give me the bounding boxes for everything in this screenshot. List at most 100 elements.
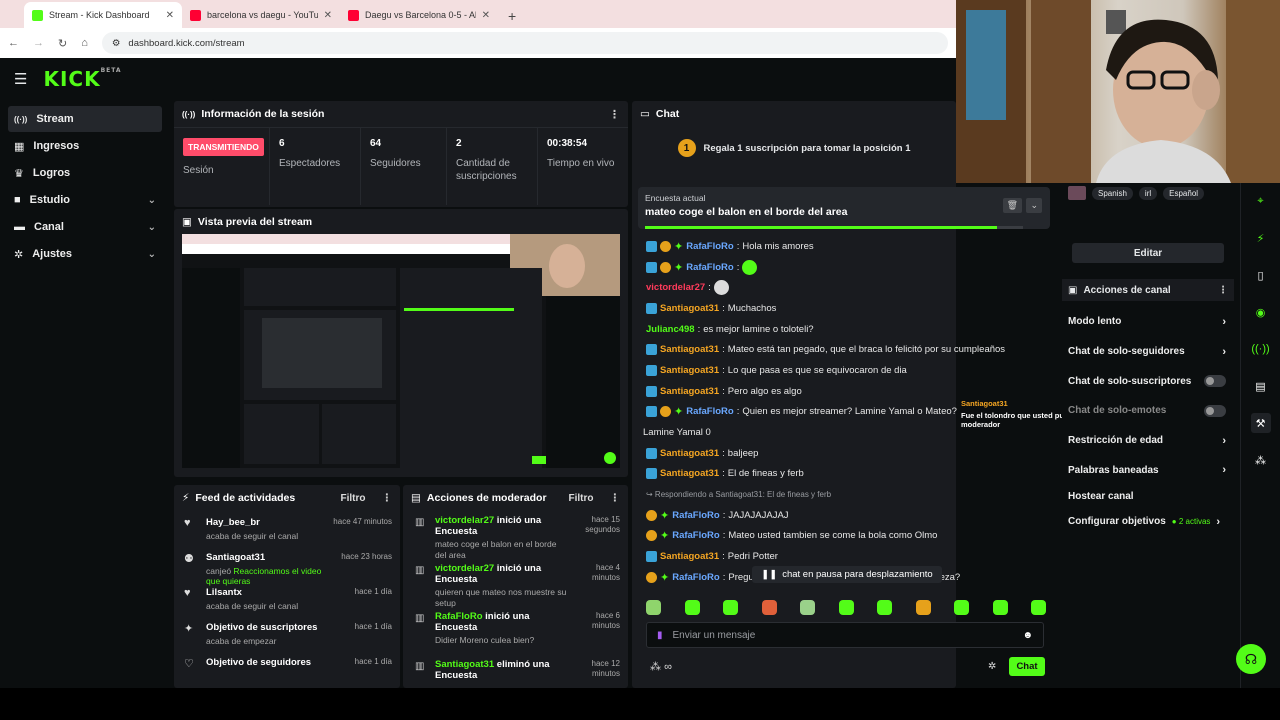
mic-icon[interactable]: ▮ <box>657 630 663 641</box>
mod-user[interactable]: victordelar27 <box>435 515 494 526</box>
chat-reply-context[interactable]: ↪ Respondiendo a Santiagoat31: El de fin… <box>634 484 1054 505</box>
sidebar-item-estudio[interactable]: ■ Estudio ⌄ <box>8 187 162 213</box>
close-icon[interactable]: ✕ <box>482 10 490 21</box>
close-icon[interactable]: ✕ <box>166 10 174 21</box>
chat-message[interactable]: Santiagoat31: baljeep <box>634 443 1054 464</box>
emote-quick-icon[interactable] <box>838 600 854 615</box>
kebab-menu-icon[interactable]: ⋮ <box>610 492 621 504</box>
chat-input-field[interactable]: ▮ Enviar un mensaje ☻ <box>646 622 1044 648</box>
action-slow-mode[interactable]: Modo lento › <box>1062 307 1234 337</box>
chat-message[interactable]: victordelar27: <box>634 277 1054 298</box>
emote-quick-icon[interactable] <box>761 600 777 615</box>
help-headset-button[interactable]: ☊ <box>1236 644 1266 674</box>
action-configure-goals[interactable]: Configurar objetivos ● 2 activas › <box>1062 507 1234 537</box>
emote-quick-icon[interactable] <box>684 600 700 615</box>
chat-emote-icon[interactable] <box>742 259 758 275</box>
emoji-icon[interactable]: ☻ <box>1022 630 1033 641</box>
activity-user[interactable]: Lilsantx <box>206 587 345 598</box>
filter-button[interactable]: Filtro <box>341 493 366 504</box>
lightning-icon[interactable]: ⚡ <box>1251 228 1271 248</box>
chat-message[interactable]: Santiagoat31: Muchachos <box>634 298 1054 319</box>
chat-username[interactable]: RafaFloRo <box>686 262 734 273</box>
chat-message[interactable]: Santiagoat31: Lo que pasa es que se equiv… <box>634 360 1054 381</box>
chat-message[interactable]: Santiagoat31:Mateo e <box>634 588 1054 590</box>
browser-tab-youtube-2[interactable]: Daegu vs Barcelona 0-5 - All G ✕ <box>340 2 498 28</box>
sidebar-item-logros[interactable]: ♛ Logros <box>8 160 162 186</box>
emote-quick-icon[interactable] <box>992 600 1008 615</box>
gift-sub-banner[interactable]: 1 Regala 1 suscripción para tomar la pos… <box>632 127 956 169</box>
chat-username[interactable]: Santiagoat31 <box>660 551 719 562</box>
chat-bubble-icon[interactable]: ◉ <box>1251 302 1271 322</box>
chat-username[interactable]: Santiagoat31 <box>660 386 719 397</box>
chat-username[interactable]: Santiagoat31 <box>660 468 719 479</box>
browser-tab-youtube-1[interactable]: barcelona vs daegu - YouTube ✕ <box>182 2 340 28</box>
filter-button[interactable]: Filtro <box>569 493 594 504</box>
reload-icon[interactable]: ↻ <box>58 37 67 50</box>
chat-username[interactable]: Santiagoat31 <box>660 303 719 314</box>
browser-tab-kick[interactable]: Stream - Kick Dashboard ✕ <box>24 2 182 28</box>
emote-quick-icon[interactable] <box>723 600 738 615</box>
chat-username[interactable]: Santiagoat31 <box>660 365 719 376</box>
tag-chip[interactable]: irl <box>1138 186 1158 200</box>
sidebar-item-ingresos[interactable]: ▦ Ingresos <box>8 133 162 159</box>
kebab-menu-icon[interactable]: ⋮ <box>1218 285 1228 296</box>
chat-username[interactable]: RafaFloRo <box>686 241 734 252</box>
chat-message[interactable]: ✦ RafaFloRo: Mateo usted tambien se come l… <box>634 526 1054 547</box>
emote-quick-icon[interactable] <box>1031 600 1046 615</box>
chat-username[interactable]: RafaFloRo <box>672 572 720 583</box>
current-poll[interactable]: Encuesta actual mateo coge el balon en e… <box>638 187 1050 229</box>
url-field[interactable]: ⚙ dashboard.kick.com/stream <box>101 32 948 54</box>
action-age-restriction[interactable]: Restricción de edad › <box>1062 426 1234 456</box>
menu-icon[interactable]: ☰ <box>14 70 27 88</box>
chat-message[interactable]: Santiagoat31: Pedri Potter <box>634 546 1054 567</box>
activity-user[interactable]: Hay_bee_br <box>206 517 323 528</box>
kebab-menu-icon[interactable]: ⋮ <box>382 492 393 504</box>
home-icon[interactable]: ⌂ <box>81 37 88 49</box>
points-icon[interactable]: ⁂ <box>650 661 661 673</box>
activity-user[interactable]: Santiagoat31 <box>206 552 331 563</box>
scan-icon[interactable]: ⌖ <box>1251 191 1271 211</box>
chat-paused-button[interactable]: ❚❚ chat en pausa para desplazamiento <box>752 566 942 583</box>
chat-message[interactable]: ✦ RafaFloRo: <box>634 257 1054 278</box>
emote-quick-icon[interactable] <box>954 600 969 615</box>
mod-user[interactable]: RafaFloRo <box>435 611 483 622</box>
chat-message[interactable]: ✦ RafaFloRo: Hola mis amores <box>634 236 1054 257</box>
new-tab-button[interactable]: + <box>498 8 526 28</box>
more-icon[interactable]: ⁂ <box>1251 450 1271 470</box>
chat-username[interactable]: Santiagoat31 <box>660 448 719 459</box>
mod-user[interactable]: Santiagoat31 <box>435 659 494 670</box>
back-icon[interactable]: ← <box>8 37 19 49</box>
subscribers-only-toggle[interactable] <box>1204 375 1226 388</box>
chat-message[interactable]: Santiagoat31: El de fineas y ferb <box>634 464 1054 485</box>
infinity-icon[interactable]: ∞ <box>664 661 672 673</box>
action-followers-only[interactable]: Chat de solo-seguidores › <box>1062 337 1234 367</box>
action-emotes-only[interactable]: Chat de solo-emotes <box>1062 396 1234 426</box>
chat-username[interactable]: RafaFloRo <box>672 510 720 521</box>
kick-logo[interactable]: KICKBETA <box>43 67 121 91</box>
emote-quick-icon[interactable] <box>877 600 892 615</box>
sidebar-item-ajustes[interactable]: ✲ Ajustes ⌄ <box>8 241 162 267</box>
trash-icon[interactable]: 🗑 <box>1002 198 1022 213</box>
layout-icon[interactable]: ▤ <box>1251 376 1271 396</box>
stream-preview-video[interactable] <box>182 234 620 468</box>
emote-quick-icon[interactable] <box>646 600 661 615</box>
wrench-icon[interactable]: ⚒ <box>1250 413 1271 433</box>
sidebar-item-stream[interactable]: ((·)) Stream <box>8 106 162 132</box>
emotes-only-toggle[interactable] <box>1204 404 1226 417</box>
tag-chip[interactable]: Spanish <box>1092 186 1133 200</box>
site-info-icon[interactable]: ⚙ <box>112 38 121 49</box>
chat-message[interactable]: Santiagoat31: Mateo está tan pegado, que … <box>634 339 1054 360</box>
chat-username[interactable]: RafaFloRo <box>672 530 720 541</box>
mod-user[interactable]: victordelar27 <box>435 563 494 574</box>
chat-username[interactable]: victordelar27 <box>646 282 705 293</box>
document-icon[interactable]: ▯ <box>1251 265 1271 285</box>
edit-button[interactable]: Editar <box>1072 243 1224 263</box>
broadcast-icon[interactable]: ((·)) <box>1251 339 1271 359</box>
action-host-channel[interactable]: Hostear canal <box>1062 485 1234 507</box>
chat-username[interactable]: Julianc498 <box>646 324 695 335</box>
action-subscribers-only[interactable]: Chat de solo-suscriptores <box>1062 366 1234 396</box>
action-banned-words[interactable]: Palabras baneadas › <box>1062 455 1234 485</box>
kebab-menu-icon[interactable]: ⋮ <box>609 108 620 121</box>
close-icon[interactable]: ✕ <box>324 10 332 21</box>
chevron-down-icon[interactable]: ⌄ <box>1026 198 1042 213</box>
